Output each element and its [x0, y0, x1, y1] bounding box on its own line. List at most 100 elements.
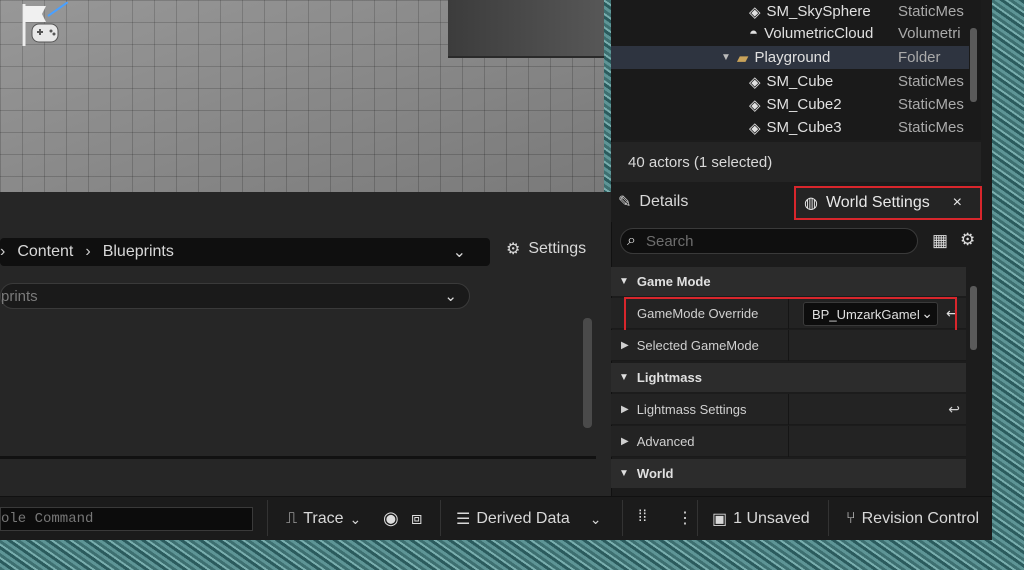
screenshot-icon[interactable]: ⧈ [411, 508, 422, 529]
tab-world-settings[interactable]: ◍ World Settings × [794, 186, 982, 220]
prop-lightmass-settings[interactable]: ▶ Lightmass Settings ↩ [611, 394, 966, 425]
chevron-down-icon: ⌄ [349, 510, 362, 527]
details-search-input[interactable]: ⌕ Search [620, 228, 918, 254]
category-label: Lightmass [636, 370, 702, 385]
gear-icon: ⚙ [506, 241, 521, 258]
revision-control-label: Revision Control [861, 510, 979, 527]
row-type: StaticMes [898, 96, 964, 113]
actor-count: 40 actors (1 selected) [611, 142, 981, 182]
level-viewport[interactable] [0, 0, 604, 192]
reset-arrow-icon[interactable]: ↩ [948, 401, 960, 418]
derived-data-button[interactable]: ☰ Derived Data ⌄ [456, 507, 601, 531]
outliner-row[interactable]: ◈ SM_Cube3 StaticMes [611, 116, 969, 139]
path-blueprints[interactable]: Blueprints [103, 243, 174, 261]
tab-world-settings-label: World Settings [825, 194, 930, 211]
row-name: SM_SkySphere [766, 3, 871, 20]
search-placeholder: Search [645, 232, 694, 250]
divider [828, 500, 829, 536]
console-command-input[interactable]: ole Command [0, 507, 253, 531]
tab-details-label: Details [639, 193, 689, 210]
divider [0, 456, 596, 459]
row-type: StaticMes [898, 119, 964, 136]
row-name: SM_Cube3 [766, 119, 842, 136]
unsaved-button[interactable]: ▣ 1 Unsaved [712, 507, 810, 531]
static-mesh-icon: ◈ [749, 119, 761, 137]
settings-label: Settings [528, 240, 587, 257]
search-icon: ⌕ [627, 232, 636, 249]
outliner-row[interactable]: ◈ SM_SkySphere StaticMes [611, 0, 969, 23]
chevron-down-icon[interactable]: ⌄ [453, 242, 466, 262]
chevron-down-icon: ⌄ [444, 288, 457, 305]
category-label: Game Mode [636, 274, 711, 289]
details-scrollbar[interactable] [970, 286, 977, 350]
record-icon[interactable]: ◉ [383, 508, 399, 529]
gear-icon[interactable]: ⚙ [960, 230, 975, 250]
trace-button[interactable]: ⎍ Trace ⌄ [286, 507, 361, 531]
row-type: StaticMes [898, 3, 964, 20]
grid-dots-icon[interactable]: ⁞⁞ [638, 508, 647, 526]
revision-control-button[interactable]: ⑂ Revision Control [846, 507, 992, 531]
outliner-scrollbar[interactable] [970, 28, 977, 102]
expand-arrow-icon[interactable]: ▼ [721, 52, 731, 63]
game-mode-flag-icon [18, 1, 69, 50]
expand-arrow-icon: ▼ [619, 276, 629, 287]
category-game-mode[interactable]: ▼ Game Mode [611, 267, 966, 296]
pencil-icon: ✎ [618, 194, 632, 211]
outliner-row-folder[interactable]: ▼ ▰ Playground Folder [611, 46, 969, 69]
divider [440, 500, 441, 536]
cmd-placeholder: ole Command [1, 511, 94, 527]
save-icon: ▣ [712, 511, 728, 528]
row-type: Volumetri [898, 25, 961, 42]
filter-text: prints [1, 287, 38, 305]
branch-icon: ⑂ [846, 510, 856, 527]
globe-icon: ◍ [804, 195, 818, 212]
tab-details[interactable]: ✎ Details [618, 192, 688, 212]
category-lightmass[interactable]: ▼ Lightmass [611, 363, 966, 392]
close-tab-button[interactable]: × [953, 194, 962, 212]
outliner-row[interactable]: ◓ VolumetricCloud Volumetri [611, 22, 969, 45]
content-filter-combo[interactable]: prints ⌄ [0, 283, 470, 309]
more-options-icon[interactable]: ⋮ [677, 508, 693, 528]
trace-label: Trace [303, 510, 344, 527]
outliner-row[interactable]: ◈ SM_Cube2 StaticMes [611, 93, 969, 116]
expand-arrow-icon: ▶ [621, 435, 629, 447]
row-type: StaticMes [898, 73, 964, 90]
expand-arrow-icon: ▶ [621, 403, 629, 415]
divider [697, 500, 698, 536]
divider [622, 500, 623, 536]
static-mesh-icon: ◈ [749, 3, 761, 21]
unsaved-label: 1 Unsaved [733, 510, 810, 527]
static-mesh-icon: ◈ [749, 96, 761, 114]
cloud-icon: ◓ [749, 25, 759, 42]
row-name: SM_Cube2 [766, 96, 842, 113]
prop-selected-gamemode[interactable]: ▶ Selected GameMode [611, 330, 966, 361]
expand-arrow-icon: ▶ [621, 339, 629, 351]
cube-mesh [448, 0, 604, 58]
chevron-right-icon: › [85, 243, 91, 260]
content-path-bar[interactable]: › Content › Blueprints ⌄ [0, 238, 490, 266]
prop-label: Lightmass Settings [636, 401, 747, 417]
category-world[interactable]: ▼ World [611, 459, 966, 488]
expand-arrow-icon: ▼ [619, 468, 629, 479]
table-view-icon[interactable]: ▦ [932, 231, 948, 251]
row-type: Folder [898, 49, 941, 66]
divider [267, 500, 268, 536]
expand-arrow-icon: ▼ [619, 372, 629, 383]
row-name: SM_Cube [766, 73, 834, 90]
chevron-right-icon: › [0, 243, 6, 260]
derived-data-label: Derived Data [476, 510, 570, 527]
prop-advanced[interactable]: ▶ Advanced [611, 426, 966, 457]
content-scrollbar[interactable] [583, 318, 592, 428]
static-mesh-icon: ◈ [749, 73, 761, 91]
row-name: Playground [754, 49, 831, 66]
prop-label: Selected GameMode [636, 337, 759, 353]
path-content[interactable]: Content [17, 243, 73, 261]
category-label: World [636, 466, 674, 481]
prop-label: Advanced [636, 433, 695, 449]
folder-icon: ▰ [736, 49, 749, 67]
row-name: VolumetricCloud [764, 25, 874, 42]
trace-icon: ⎍ [286, 510, 298, 527]
outliner-row[interactable]: ◈ SM_Cube StaticMes [611, 70, 969, 93]
chevron-down-icon: ⌄ [589, 510, 602, 527]
content-settings-button[interactable]: ⚙ Settings [506, 239, 586, 259]
